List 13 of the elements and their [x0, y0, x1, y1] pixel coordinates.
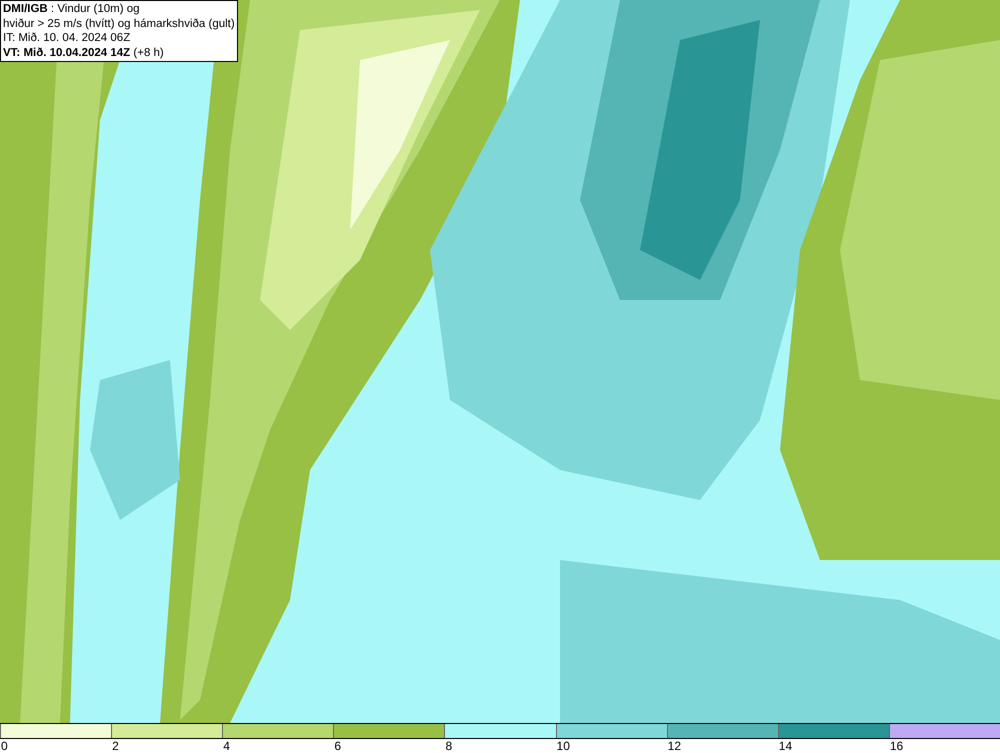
- tick-label: 0: [0, 739, 8, 753]
- tick-label: 14: [778, 739, 792, 753]
- info-text: hviður > 25 m/s (hvítt) og hámarkshviða (gult): [3, 16, 235, 31]
- tick-label: 6: [333, 739, 342, 753]
- info-text: IT: Mið. 10. 04. 2024 06Z: [3, 31, 132, 46]
- info-text: VT: Mið. 10.04.2024 14Z (+8 h): [3, 46, 165, 60]
- tick-label: 4: [222, 739, 230, 753]
- info-text: DMI/IGB : Vindur (10m) og: [3, 2, 141, 16]
- tick-label: 8: [444, 739, 452, 753]
- tick-label: 2: [111, 739, 119, 753]
- tick-label: 10: [556, 739, 570, 753]
- tick-label: 16: [888, 739, 904, 753]
- tick-label: 12: [666, 739, 682, 753]
